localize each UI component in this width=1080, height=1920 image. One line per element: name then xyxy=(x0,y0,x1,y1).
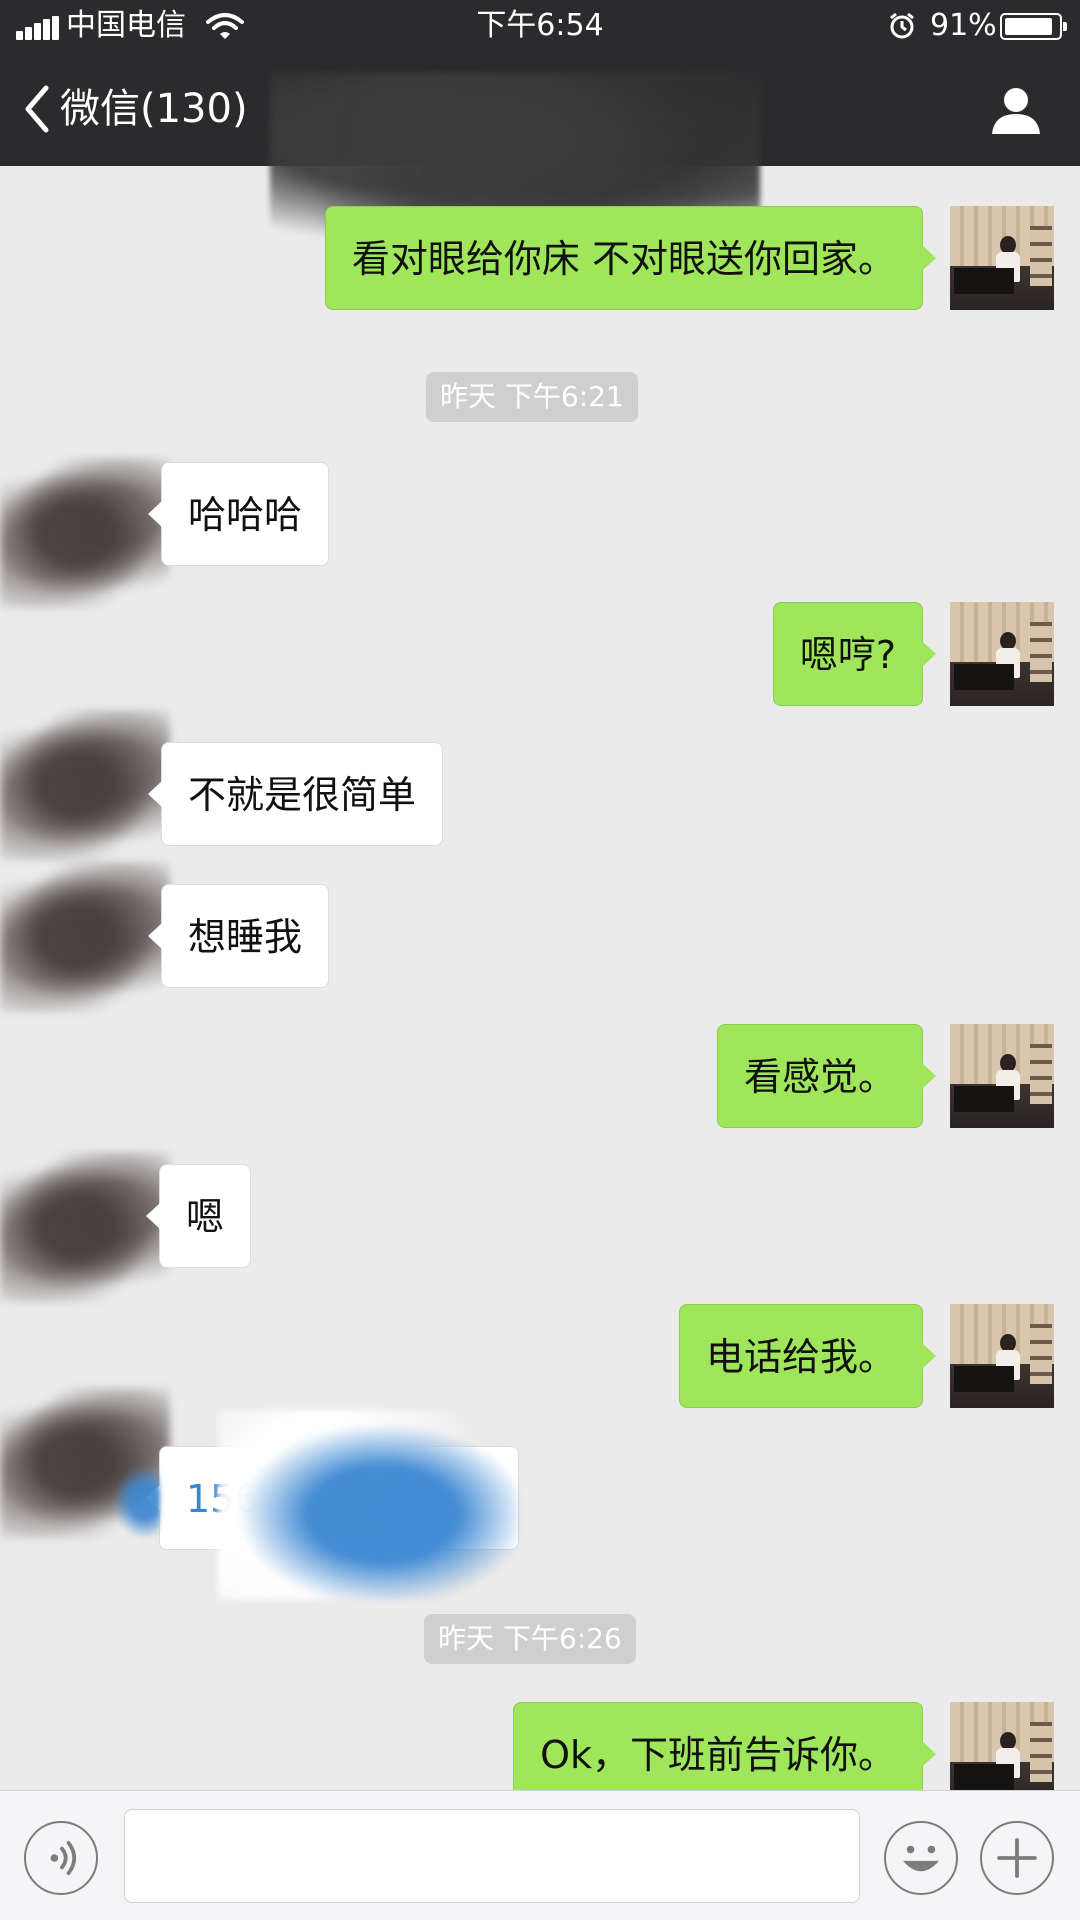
my-message-bubble[interactable]: 嗯哼? xyxy=(772,602,937,706)
my-avatar[interactable] xyxy=(950,1702,1054,1790)
alarm-icon xyxy=(890,12,914,39)
my-avatar[interactable] xyxy=(950,1024,1054,1128)
my-avatar[interactable] xyxy=(950,602,1054,706)
redaction-mark xyxy=(218,1410,518,1600)
redaction-mark xyxy=(110,1462,160,1542)
status-time: 下午6:54 xyxy=(476,8,604,43)
contact-avatar[interactable] xyxy=(0,710,170,860)
status-bar: 中国电信 下午6:54 91% xyxy=(0,0,1080,52)
timestamp-label: 昨天 下午6:26 xyxy=(424,1614,636,1664)
my-message-bubble[interactable]: 看对眼给你床 不对眼送你回家。 xyxy=(324,206,937,310)
plus-icon[interactable] xyxy=(980,1821,1054,1895)
profile-icon[interactable] xyxy=(990,84,1042,136)
battery-percent: 91% xyxy=(930,8,997,43)
my-message-bubble[interactable]: Ok，下班前告诉你。 xyxy=(513,1702,936,1790)
chat-area[interactable]: 看对眼给你床 不对眼送你回家。 昨天 下午6:21 哈哈哈 嗯哼? 不就是很简单… xyxy=(0,166,1080,1790)
contact-message-bubble[interactable]: 哈哈哈 xyxy=(147,462,330,566)
my-message-bubble[interactable]: 电话给我。 xyxy=(678,1304,937,1408)
battery-icon xyxy=(1000,13,1067,40)
my-avatar[interactable] xyxy=(950,1304,1054,1408)
contact-message-bubble[interactable]: 想睡我 xyxy=(147,884,330,988)
voice-icon[interactable] xyxy=(24,1821,98,1895)
message-input[interactable] xyxy=(124,1809,860,1903)
contact-avatar[interactable] xyxy=(0,1152,170,1302)
battery-level xyxy=(1005,18,1052,35)
back-button[interactable]: 微信(130) xyxy=(22,76,248,142)
timestamp-label: 昨天 下午6:21 xyxy=(426,372,638,422)
chevron-left-icon xyxy=(25,85,49,133)
my-avatar[interactable] xyxy=(950,206,1054,310)
input-bar xyxy=(0,1790,1080,1920)
nav-bar: 微信(130) xyxy=(0,52,1080,262)
my-message-bubble[interactable]: 看感觉。 xyxy=(716,1024,937,1128)
contact-avatar[interactable] xyxy=(0,458,170,608)
back-label: 微信(130) xyxy=(60,86,248,132)
contact-message-bubble[interactable]: 不就是很简单 xyxy=(147,742,444,846)
contact-message-bubble[interactable]: 嗯 xyxy=(145,1164,252,1268)
contact-avatar[interactable] xyxy=(0,862,170,1012)
emoji-icon[interactable] xyxy=(884,1821,958,1895)
